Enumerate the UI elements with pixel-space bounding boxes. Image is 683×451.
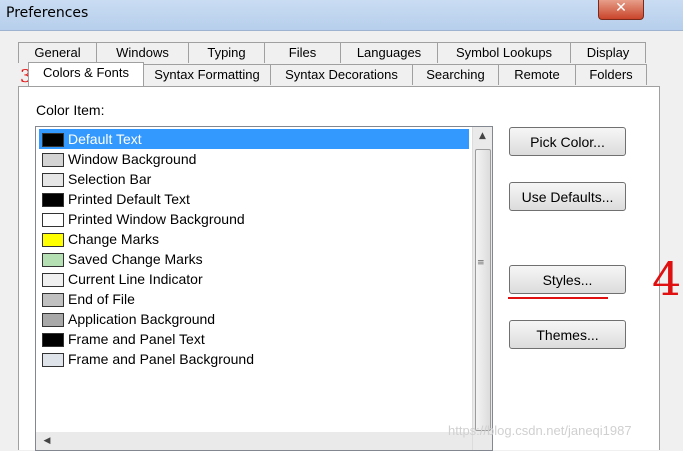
list-item[interactable]: Application Background [39, 309, 469, 329]
list-item[interactable]: Selection Bar [39, 169, 469, 189]
tab-typing[interactable]: Typing [188, 42, 265, 63]
tab-general[interactable]: General [18, 42, 97, 63]
scroll-up-icon[interactable]: ▲ [473, 127, 492, 145]
color-swatch [42, 153, 64, 167]
scroll-thumb[interactable] [475, 149, 491, 431]
color-swatch [42, 213, 64, 227]
horizontal-scrollbar[interactable]: ◀ [36, 432, 472, 450]
annotation-underline-styles [508, 297, 608, 299]
scroll-left-icon[interactable]: ◀ [38, 432, 56, 450]
color-swatch [42, 173, 64, 187]
color-swatch [42, 333, 64, 347]
tab-syntax-decorations[interactable]: Syntax Decorations [270, 64, 413, 85]
list-item[interactable]: Current Line Indicator [39, 269, 469, 289]
list-item[interactable]: Change Marks [39, 229, 469, 249]
grip-icon: ≡ [477, 258, 485, 268]
list-item-label: Window Background [68, 151, 197, 167]
color-swatch [42, 273, 64, 287]
color-item-list[interactable]: Default Text Window Background Selection B… [35, 126, 493, 451]
list-item[interactable]: End of File [39, 289, 469, 309]
list-item-label: Printed Default Text [68, 191, 190, 207]
color-swatch [42, 353, 64, 367]
list-item-label: Frame and Panel Text [68, 331, 205, 347]
color-swatch [42, 313, 64, 327]
tab-remote[interactable]: Remote [498, 64, 576, 85]
watermark: https://blog.csdn.net/janeqi1987 [448, 423, 632, 438]
list-item-label: Change Marks [68, 231, 160, 247]
list-item[interactable]: Window Background [39, 149, 469, 169]
list-item-label: Frame and Panel Background [68, 351, 254, 367]
color-swatch [42, 193, 64, 207]
use-defaults-button[interactable]: Use Defaults... [509, 182, 626, 211]
tab-display[interactable]: Display [570, 42, 646, 63]
list-item[interactable]: Frame and Panel Background [39, 349, 469, 369]
list-item-label: Current Line Indicator [68, 271, 203, 287]
color-swatch [42, 253, 64, 267]
close-icon: ✕ [615, 0, 627, 16]
tab-symbol-lookups[interactable]: Symbol Lookups [437, 42, 571, 63]
annotation-number-4: 4 [652, 252, 682, 306]
tab-colors-fonts[interactable]: Colors & Fonts [28, 62, 144, 86]
color-swatch [42, 293, 64, 307]
styles-button[interactable]: Styles... [509, 265, 626, 294]
tab-windows[interactable]: Windows [96, 42, 189, 63]
list-item-label: Application Background [68, 311, 216, 327]
title-bar: Preferences ✕ [0, 0, 683, 31]
list-item-label: Selection Bar [68, 171, 152, 187]
color-item-label: Color Item: [36, 102, 105, 118]
tab-folders[interactable]: Folders [575, 64, 647, 85]
tab-searching[interactable]: Searching [412, 64, 499, 85]
pick-color-button[interactable]: Pick Color... [509, 127, 626, 156]
list-item[interactable]: Saved Change Marks [39, 249, 469, 269]
color-swatch [42, 133, 64, 147]
list-item-label: End of File [68, 291, 135, 307]
tab-files[interactable]: Files [264, 42, 341, 63]
list-item[interactable]: Default Text [39, 129, 469, 149]
list-item-label: Printed Window Background [68, 211, 245, 227]
list-item[interactable]: Frame and Panel Text [39, 329, 469, 349]
tab-syntax-formatting[interactable]: Syntax Formatting [143, 64, 271, 85]
vertical-scrollbar[interactable]: ▲ ≡ [472, 127, 492, 450]
window-title: Preferences [6, 5, 89, 21]
list-item-label: Saved Change Marks [68, 251, 203, 267]
close-button[interactable]: ✕ [598, 0, 644, 20]
list-item-label: Default Text [68, 131, 142, 147]
list-item[interactable]: Printed Window Background [39, 209, 469, 229]
tab-languages[interactable]: Languages [340, 42, 438, 63]
themes-button[interactable]: Themes... [509, 320, 626, 349]
list-item[interactable]: Printed Default Text [39, 189, 469, 209]
color-swatch [42, 233, 64, 247]
